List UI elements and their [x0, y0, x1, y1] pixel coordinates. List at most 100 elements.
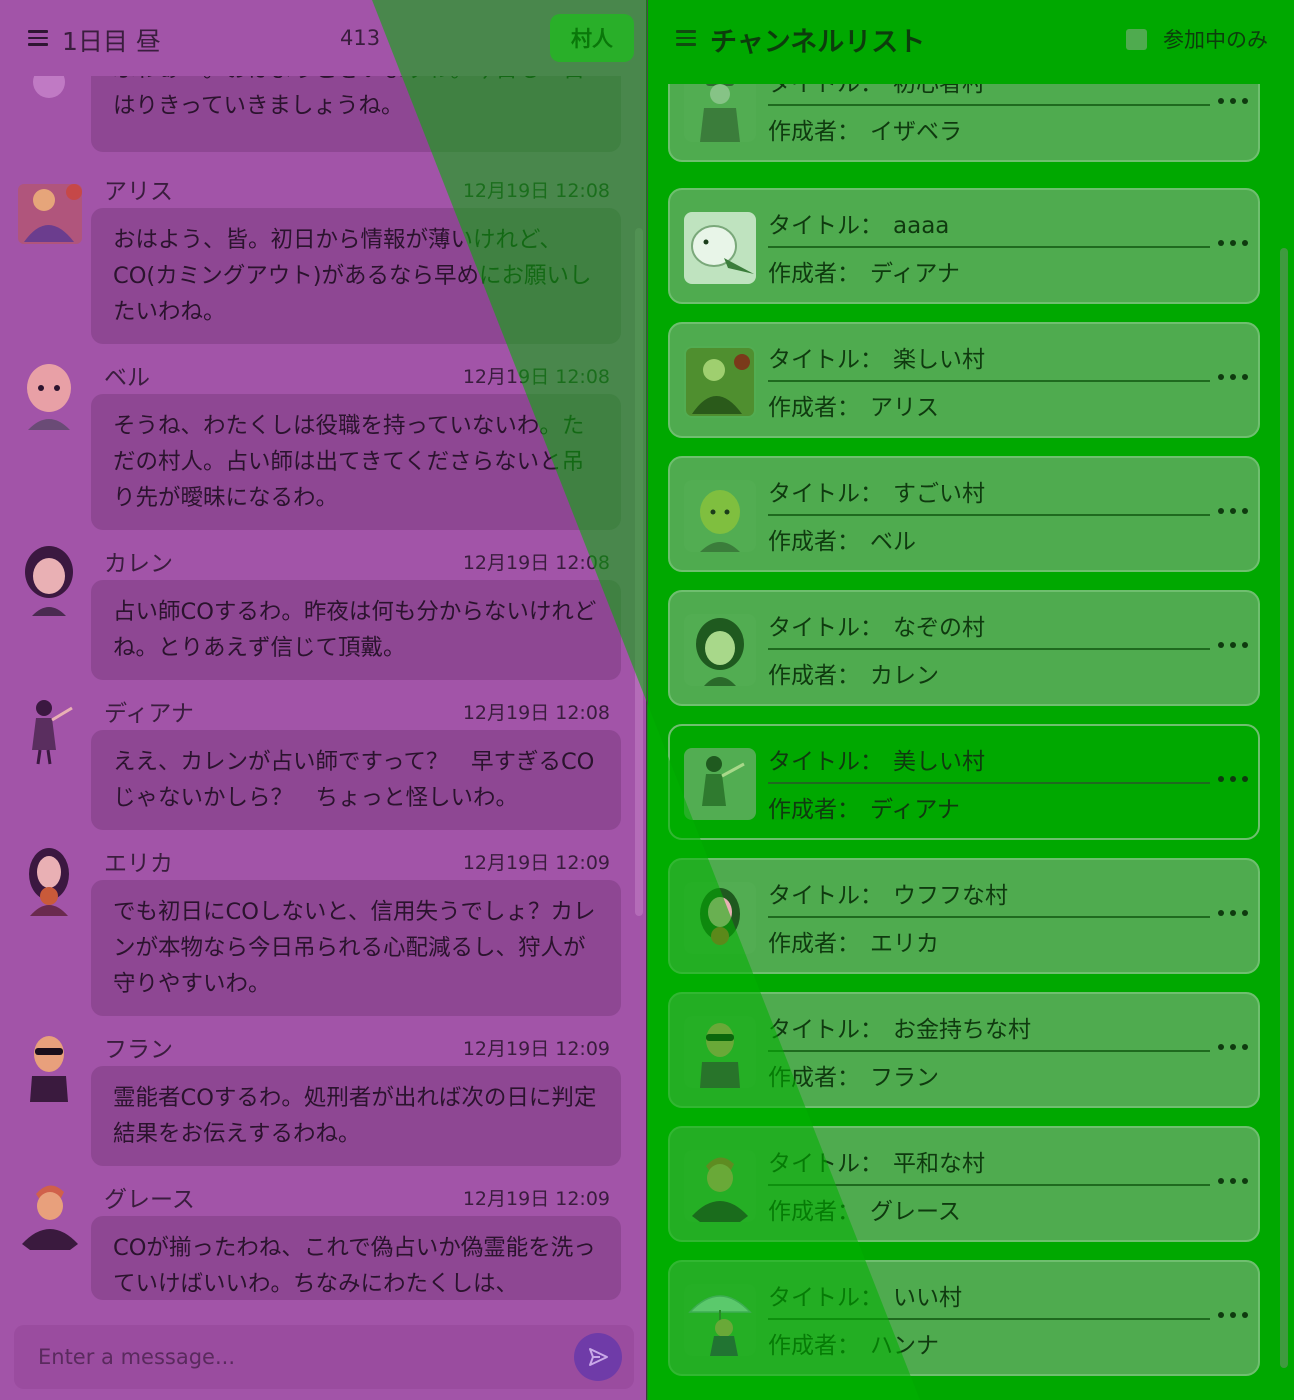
message-bubble: そうね、わたくしは役職を持っていないわ。ただの村人。占い師は出てきてくださらない… — [91, 394, 621, 530]
channel-title: タイトル： 平和な村 — [768, 1144, 985, 1178]
message-bubble: 霊能者COするわ。処刑者が出れば次の日に判定結果をお伝えするわね。 — [91, 1066, 621, 1166]
sender-name: アリス — [104, 179, 173, 205]
channel-card[interactable]: タイトル： 美しい村 作成者： ディアナ — [668, 724, 1260, 840]
bird-avatar-icon — [684, 212, 756, 284]
channel-card[interactable]: タイトル： aaaa 作成者： ディアナ — [668, 188, 1260, 304]
channel-title-value: すごい村 — [893, 481, 985, 507]
sender-name: ベル — [104, 365, 150, 391]
more-options-icon[interactable] — [1218, 906, 1248, 920]
channel-title-prefix: タイトル： — [768, 1151, 883, 1177]
channel-card[interactable]: タイトル： ウフフな村 作成者： エリカ — [668, 858, 1260, 974]
channel-card[interactable]: タイトル： なぞの村 作成者： カレン — [668, 590, 1260, 706]
channel-title: タイトル： ウフフな村 — [768, 876, 1008, 910]
sender-name: カレン — [104, 551, 173, 577]
send-icon — [589, 1348, 608, 1366]
girl-avatar-icon — [684, 614, 756, 686]
message-timestamp: 12月19日 12:09 — [462, 1188, 610, 1210]
channel-title-prefix: タイトル： — [768, 1017, 883, 1043]
more-options-icon[interactable] — [1218, 1308, 1248, 1322]
divider — [768, 916, 1210, 918]
channel-author-value: イザベラ — [870, 119, 962, 145]
channel-title-prefix: タイトル： — [768, 84, 883, 97]
channel-author-value: ベル — [870, 529, 916, 555]
menu-icon[interactable] — [676, 30, 696, 46]
punk-avatar-icon — [22, 1185, 78, 1250]
soldier-avatar-icon — [684, 84, 756, 142]
channel-author-prefix: 作成者： — [768, 1199, 860, 1225]
channel-author: 作成者： ディアナ — [768, 254, 960, 288]
channel-title-prefix: タイトル： — [768, 883, 883, 909]
channel-card[interactable]: タイトル： お金持ちな村作成者： フラン — [668, 992, 1260, 1108]
channel-author: 作成者： ディアナ — [768, 790, 960, 824]
channel-author: 作成者： イザベラ — [768, 112, 962, 146]
channel-list[interactable]: タイトル： 初心者村 作成者： イザベラ タイトル： aaaa 作成者： ディアナ タイトル：楽… — [648, 84, 1294, 1400]
channel-author-value: アリス — [870, 395, 939, 421]
channel-author-prefix: 作成者： — [768, 1333, 860, 1359]
joined-only-filter[interactable]: 参加中のみ — [1126, 24, 1268, 54]
sunglasses-avatar-icon — [684, 1016, 756, 1088]
channel-author-value: カレン — [870, 663, 939, 689]
channel-scrollbar[interactable] — [1280, 248, 1288, 1368]
message-timestamp: 12月19日 12:08 — [462, 702, 610, 724]
message-counter: 413 — [340, 26, 381, 50]
menu-icon[interactable] — [28, 30, 48, 46]
channel-title: タイトル： aaaa — [768, 206, 949, 240]
channel-title: タイトル： すごい村 — [768, 474, 985, 508]
role-button[interactable]: 村人 — [550, 14, 634, 62]
channel-card[interactable]: タイトル： 楽しい村作成者： アリス — [668, 322, 1260, 438]
joined-only-checkbox[interactable] — [1126, 28, 1147, 50]
channel-title: タイトル： なぞの村 — [768, 608, 985, 642]
message-timestamp: 12月19日 12:09 — [462, 1038, 610, 1060]
message-bubble: おはよう、皆。初日から情報が薄いけれど、CO(カミングアウト)があるなら早めにお… — [91, 208, 621, 344]
sender-name: エリカ — [104, 851, 173, 877]
channel-card[interactable]: タイトル： 平和な村作成者： グレース — [668, 1126, 1260, 1242]
channel-title-value: いい村 — [893, 1285, 962, 1311]
channel-author-prefix: 作成者： — [768, 395, 860, 421]
channel-panel: タイトル： 初心者村 作成者： イザベラ タイトル： aaaa 作成者： ディアナ タイトル：楽… — [648, 0, 1294, 1400]
channel-card[interactable]: タイトル： すごい村作成者： ベル — [668, 456, 1260, 572]
joined-only-label: 参加中のみ — [1163, 28, 1268, 52]
sender-name: ディアナ — [104, 701, 194, 727]
more-options-icon[interactable] — [1218, 94, 1248, 108]
channel-title: タイトル： お金持ちな村 — [768, 1010, 1031, 1044]
message-timestamp: 12月19日 12:08 — [462, 180, 610, 202]
more-options-icon[interactable] — [1218, 370, 1248, 384]
channel-card[interactable]: タイトル： いい村作成者： ハンナ — [668, 1260, 1260, 1376]
channel-title-value: お金持ちな村 — [893, 1017, 1031, 1043]
alice-avatar-icon — [18, 184, 82, 244]
message-list[interactable]: ふわぁー。おはようございますわ。今日も一日はりきっていきましょうね。 アリス 1… — [0, 76, 646, 1300]
message-bubble: でも初日にCOしないと、信用失うでしょ？カレンが本物なら今日吊られる心配減るし、… — [91, 880, 621, 1016]
divider — [768, 514, 1210, 516]
channel-author-prefix: 作成者： — [768, 529, 860, 555]
chat-scrollbar[interactable] — [635, 228, 643, 916]
channel-author-value: エリカ — [870, 931, 939, 957]
channel-author-prefix: 作成者： — [768, 119, 860, 145]
send-button[interactable] — [574, 1333, 622, 1381]
more-options-icon[interactable] — [1218, 772, 1248, 786]
channel-header: チャンネルリスト 参加中のみ — [648, 0, 1294, 84]
message-bubble: ええ、カレンが占い師ですって？ 早すぎるCOじゃないかしら？ ちょっと怪しいわ。 — [91, 730, 621, 830]
channel-title-value: 平和な村 — [893, 1151, 985, 1177]
bald-man-avatar-icon — [684, 480, 756, 552]
channel-author: 作成者： グレース — [768, 1192, 961, 1226]
channel-author: 作成者： フラン — [768, 1058, 939, 1092]
channel-author-prefix: 作成者： — [768, 261, 860, 287]
channel-title-value: aaaa — [893, 213, 950, 239]
more-options-icon[interactable] — [1218, 638, 1248, 652]
more-options-icon[interactable] — [1218, 1174, 1248, 1188]
channel-title-prefix: タイトル： — [768, 615, 883, 641]
message-bubble: COが揃ったわね、これで偽占いか偽霊能を洗っていけばいいわ。ちなみにわたくしは、 — [91, 1216, 621, 1300]
channel-title: タイトル： 楽しい村 — [768, 340, 985, 374]
more-options-icon[interactable] — [1218, 504, 1248, 518]
divider — [768, 1184, 1210, 1186]
channel-card[interactable]: タイトル： 初心者村 作成者： イザベラ — [668, 84, 1260, 162]
channel-author-value: ハンナ — [870, 1333, 939, 1359]
divider — [768, 782, 1210, 784]
channel-title-value: ウフフな村 — [893, 883, 1008, 909]
channel-title-prefix: タイトル： — [768, 1285, 883, 1311]
alice-avatar-icon — [684, 346, 756, 418]
more-options-icon[interactable] — [1218, 1040, 1248, 1054]
more-options-icon[interactable] — [1218, 236, 1248, 250]
message-input[interactable] — [38, 1339, 538, 1375]
channel-title: タイトル： 美しい村 — [768, 742, 985, 776]
